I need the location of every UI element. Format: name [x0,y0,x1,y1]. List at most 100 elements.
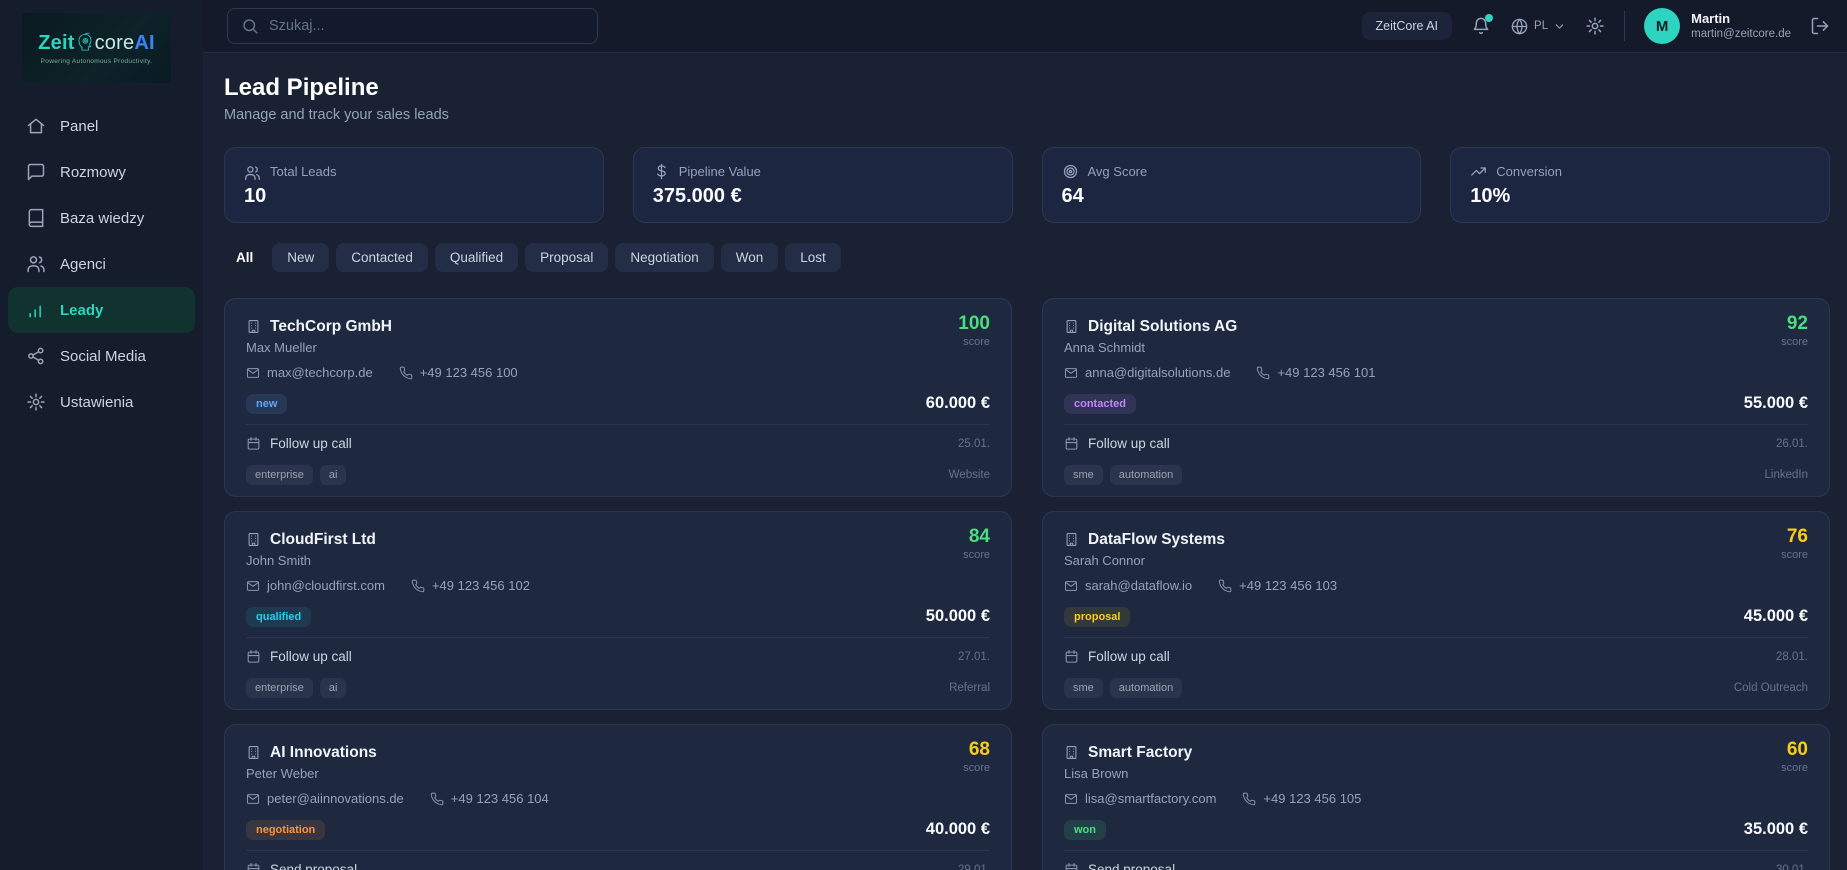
share-icon [26,346,46,366]
lead-email[interactable]: peter@aiinnovations.de [246,790,404,807]
tag-pill: automation [1110,465,1182,485]
users-icon [26,254,46,274]
lead-phone[interactable]: +49 123 456 105 [1242,790,1361,807]
language-selector[interactable]: PL [1510,17,1566,36]
topbar: ZeitCore AI PL [203,0,1847,53]
filter-tab-contacted[interactable]: Contacted [336,243,428,272]
lead-email[interactable]: anna@digitalsolutions.de [1064,364,1230,381]
sidebar-item-label: Social Media [60,348,146,365]
filter-tab-all[interactable]: All [224,243,265,272]
lead-next-date: 29.01. [958,864,990,870]
stat-value: 10% [1470,185,1810,208]
lead-score-label: score [1781,549,1808,561]
mail-icon [246,792,260,806]
lead-email[interactable]: sarah@dataflow.io [1064,577,1192,594]
sidebar-item-baza-wiedzy[interactable]: Baza wiedzy [0,195,203,241]
tag-pill: ai [320,678,347,698]
lead-score-label: score [1781,762,1808,774]
lead-card-ai-innovations[interactable]: AI Innovations 68 score Peter Weber pete… [224,724,1012,870]
lead-email[interactable]: max@techcorp.de [246,364,373,381]
brand-logo-core: core [95,32,135,55]
lead-email[interactable]: john@cloudfirst.com [246,577,385,594]
topbar-right: ZeitCore AI PL [1362,8,1831,44]
sidebar-item-agenci[interactable]: Agenci [0,241,203,287]
stat-label: Pipeline Value [679,164,761,179]
gear-icon [26,392,46,412]
filter-tab-won[interactable]: Won [721,243,779,272]
product-badge[interactable]: ZeitCore AI [1362,12,1453,40]
filter-tab-lost[interactable]: Lost [785,243,841,272]
stat-value: 10 [244,185,584,208]
lead-card-cloudfirst-ltd[interactable]: CloudFirst Ltd 84 score John Smith john@… [224,511,1012,710]
filter-tab-new[interactable]: New [272,243,329,272]
lead-score-block: 100 score [958,313,990,348]
filter-tab-proposal[interactable]: Proposal [525,243,608,272]
lead-contact-name: Sarah Connor [1064,552,1808,569]
lead-company-name: TechCorp GmbH [270,316,392,337]
filters-row: All New Contacted Qualified Proposal Neg… [224,243,1830,272]
brand-logo-ai: AI [134,32,154,55]
logout-button[interactable] [1810,16,1830,36]
notifications-button[interactable] [1471,16,1491,36]
filter-tab-qualified[interactable]: Qualified [435,243,518,272]
calendar-icon [246,862,261,870]
lead-card-digital-solutions-ag[interactable]: Digital Solutions AG 92 score Anna Schmi… [1042,298,1830,497]
lead-email[interactable]: lisa@smartfactory.com [1064,790,1216,807]
building-icon [1064,745,1079,760]
sidebar-item-label: Agenci [60,256,106,273]
lead-contact-name: Lisa Brown [1064,765,1808,782]
mail-icon [1064,792,1078,806]
lead-card-techcorp-gmbh[interactable]: TechCorp GmbH 100 score Max Mueller max@… [224,298,1012,497]
lead-phone[interactable]: +49 123 456 101 [1256,364,1375,381]
brand-logo[interactable]: Zeit coreAI Powering Autonomous Producti… [22,13,171,83]
content: Lead Pipeline Manage and track your sale… [203,53,1847,870]
lead-company-name: CloudFirst Ltd [270,529,376,550]
lead-score: 84 [963,526,990,547]
lead-phone[interactable]: +49 123 456 103 [1218,577,1337,594]
tag-pill: sme [1064,465,1103,485]
search-input[interactable] [269,18,584,34]
notification-dot [1485,14,1493,22]
stat-card-conversion: Conversion 10% [1450,147,1830,223]
lead-next-date: 26.01. [1776,438,1808,450]
user-name: Martin [1691,11,1791,27]
phone-icon [430,792,444,806]
card-divider [1064,850,1808,851]
sidebar-item-leady[interactable]: Leady [8,287,195,333]
lead-score-block: 84 score [963,526,990,561]
sidebar-item-panel[interactable]: Panel [0,103,203,149]
target-icon [1062,163,1079,180]
search-box[interactable] [227,8,598,44]
settings-button[interactable] [1585,16,1605,36]
mail-icon [1064,366,1078,380]
building-icon [246,319,261,334]
status-badge: qualified [246,607,311,627]
filter-tab-negotiation[interactable]: Negotiation [615,243,713,272]
lead-phone[interactable]: +49 123 456 104 [430,790,549,807]
tag-pill: enterprise [246,465,313,485]
lead-phone[interactable]: +49 123 456 100 [399,364,518,381]
sidebar-item-social-media[interactable]: Social Media [0,333,203,379]
page-subtitle: Manage and track your sales leads [224,107,1830,123]
lead-score: 100 [958,313,990,334]
stats-row: Total Leads 10 Pipeline Value 375.000 € … [224,147,1830,223]
sidebar-item-ustawienia[interactable]: Ustawienia [0,379,203,425]
calendar-icon [1064,649,1079,664]
building-icon [246,532,261,547]
sidebar-item-label: Ustawienia [60,394,133,411]
tag-pill: automation [1110,678,1182,698]
sidebar-item-rozmowy[interactable]: Rozmowy [0,149,203,195]
lead-company-name: Smart Factory [1088,742,1192,763]
lead-card-dataflow-systems[interactable]: DataFlow Systems 76 score Sarah Connor s… [1042,511,1830,710]
home-icon [26,116,46,136]
mail-icon [246,366,260,380]
book-icon [26,208,46,228]
lead-card-smart-factory[interactable]: Smart Factory 60 score Lisa Brown lisa@s… [1042,724,1830,870]
sidebar: Zeit coreAI Powering Autonomous Producti… [0,0,203,870]
user-menu[interactable]: M Martin martin@zeitcore.de [1644,8,1791,44]
building-icon [1064,532,1079,547]
lead-phone[interactable]: +49 123 456 102 [411,577,530,594]
globe-icon [1510,17,1529,36]
card-divider [1064,637,1808,638]
status-badge: negotiation [246,820,325,840]
